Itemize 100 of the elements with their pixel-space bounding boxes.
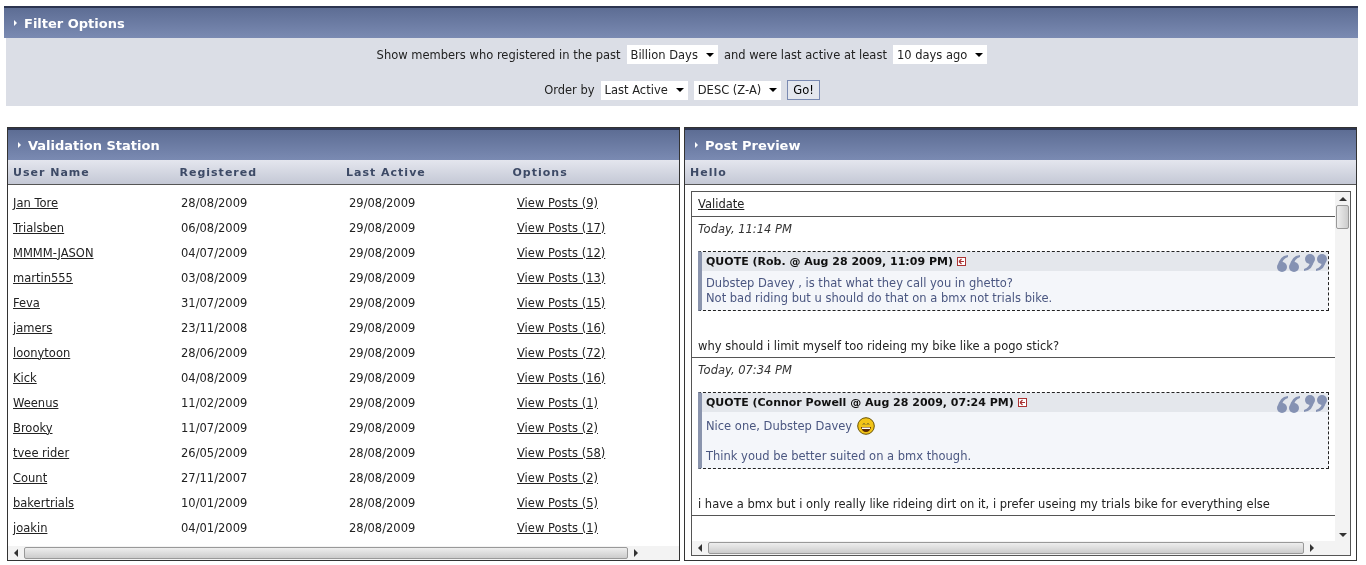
view-posts-link[interactable]: View Posts (5) <box>517 495 598 510</box>
validate-link[interactable]: Validate <box>698 197 745 211</box>
dropdown[interactable]: 10 days ago <box>892 45 988 64</box>
horizontal-scrollbar[interactable] <box>8 546 679 560</box>
post-text: i have a bmx but i only really like rideing dirt on it, i prefer useing my trials bike for everything else <box>698 497 1271 511</box>
table-cell-text: 29/08/2009 <box>349 270 417 285</box>
column-header: Registered <box>179 165 259 179</box>
triangle-icon <box>695 142 698 148</box>
user-link[interactable]: tvee rider <box>13 445 70 460</box>
quote-header: QUOTE (Rob. @ Aug 28 2009, 11:09 PM) <box>706 255 953 268</box>
scroll-thumb[interactable] <box>708 542 1304 554</box>
column-header: User Name <box>13 165 91 179</box>
table-cell-text: 28/06/2009 <box>181 345 249 360</box>
user-link[interactable]: Trialsben <box>13 220 65 235</box>
user-link[interactable]: jamers <box>13 320 53 335</box>
user-link[interactable]: joakin <box>13 520 48 535</box>
table-cell-text: 29/08/2009 <box>349 370 417 385</box>
quote-text: Not bad riding but u should do that on a bmx not trials bike. <box>706 291 1053 306</box>
dropdown[interactable]: DESC (Z-A) <box>693 80 782 100</box>
view-posts-link[interactable]: View Posts (1) <box>517 520 598 535</box>
go-button[interactable]: Go! <box>787 80 820 100</box>
caret-icon <box>675 88 684 92</box>
table-cell-text: 29/08/2009 <box>349 245 417 260</box>
view-posts-link[interactable]: View Posts (2) <box>517 420 598 435</box>
scroll-right-icon[interactable] <box>1310 544 1314 552</box>
column-header: Options <box>512 165 569 179</box>
view-posts-link[interactable]: View Posts (1) <box>517 395 598 410</box>
caret-icon <box>975 52 984 57</box>
quote-text: Dubstep Davey , is that what they call you in ghetto? <box>706 276 1013 291</box>
table-cell-text: 29/08/2009 <box>349 195 417 210</box>
view-posts-link[interactable]: View Posts (9) <box>517 195 598 210</box>
scroll-up-icon[interactable] <box>1338 197 1347 201</box>
view-posts-link[interactable]: View Posts (58) <box>517 445 606 460</box>
table-cell-text: 28/08/2009 <box>349 470 417 485</box>
table-cell-text: 11/02/2009 <box>181 395 249 410</box>
table-cell-text: 04/07/2009 <box>181 245 249 260</box>
quote-header: QUOTE (Connor Powell @ Aug 28 2009, 07:24 PM) <box>706 396 1014 409</box>
table-cell-text: 10/01/2009 <box>181 495 249 510</box>
table-cell-text: 03/08/2009 <box>181 270 249 285</box>
table-cell-text: 04/01/2009 <box>181 520 249 535</box>
user-link[interactable]: MMMM-JASON <box>13 245 94 260</box>
table-cell-text: 31/07/2009 <box>181 295 249 310</box>
scroll-thumb[interactable] <box>1336 205 1349 229</box>
quotation-marks-icon <box>1276 252 1328 274</box>
caret-icon <box>769 88 778 92</box>
scroll-right-icon[interactable] <box>634 549 638 557</box>
view-posts-link[interactable]: View Posts (15) <box>517 295 606 310</box>
panel-title: Filter Options <box>24 15 125 31</box>
dropdown[interactable]: Billion Days <box>626 45 718 64</box>
vertical-scrollbar[interactable] <box>1335 192 1350 541</box>
view-posts-link[interactable]: View Posts (16) <box>517 370 606 385</box>
table-cell-text: 28/08/2009 <box>349 495 417 510</box>
table-cell-text: 04/08/2009 <box>181 370 249 385</box>
user-link[interactable]: bakertrials <box>13 495 75 510</box>
back-arrow-icon[interactable] <box>956 257 966 266</box>
scroll-down-icon[interactable] <box>1338 533 1347 537</box>
post-text: why should i limit myself too rideing my bike like a pogo stick? <box>698 339 1060 353</box>
dropdown[interactable]: Last Active <box>600 80 688 100</box>
view-posts-link[interactable]: View Posts (13) <box>517 270 606 285</box>
quotation-marks-icon <box>1276 393 1328 415</box>
table-cell-text: 29/08/2009 <box>349 345 417 360</box>
smiley-icon <box>857 417 876 435</box>
view-posts-link[interactable]: View Posts (2) <box>517 470 598 485</box>
post-date: Today, 11:14 PM <box>698 222 793 236</box>
table-cell-text: 26/05/2009 <box>181 445 249 460</box>
user-link[interactable]: Kick <box>13 370 37 385</box>
table-header: Hello <box>685 160 1356 185</box>
table-cell-text: 29/08/2009 <box>349 295 417 310</box>
quote-text: Nice one, Dubstep Davey <box>706 418 853 434</box>
view-posts-link[interactable]: View Posts (12) <box>517 245 606 260</box>
panel-title: Post Preview <box>705 137 801 153</box>
quote-text: Think youd be better suited on a bmx though. <box>706 449 972 464</box>
user-link[interactable]: Count <box>13 470 48 485</box>
user-link[interactable]: martin555 <box>13 270 73 285</box>
back-arrow-icon[interactable] <box>1017 398 1027 407</box>
post-date: Today, 07:34 PM <box>698 363 793 377</box>
filter-label: Show members who registered in the past <box>376 47 621 62</box>
scroll-left-icon[interactable] <box>14 549 18 557</box>
table-cell-text: 29/08/2009 <box>349 220 417 235</box>
filter-label: and were last active at least <box>723 47 887 62</box>
panel-title: Validation Station <box>28 137 160 153</box>
scroll-left-icon[interactable] <box>698 544 702 552</box>
view-posts-link[interactable]: View Posts (72) <box>517 345 606 360</box>
scroll-thumb[interactable] <box>24 547 628 559</box>
column-header: Last Active <box>346 165 427 179</box>
triangle-icon <box>18 142 21 148</box>
table-cell-text: 27/11/2007 <box>181 470 249 485</box>
user-link[interactable]: Weenus <box>13 395 59 410</box>
user-link[interactable]: loonytoon <box>13 345 71 360</box>
horizontal-scrollbar[interactable] <box>692 541 1350 555</box>
table-cell-text: 28/08/2009 <box>181 195 249 210</box>
user-link[interactable]: Jan Tore <box>13 195 59 210</box>
user-link[interactable]: Feva <box>13 295 40 310</box>
view-posts-link[interactable]: View Posts (17) <box>517 220 606 235</box>
user-link[interactable]: Brooky <box>13 420 53 435</box>
caret-icon <box>705 52 714 57</box>
table-cell-text: 29/08/2009 <box>349 320 417 335</box>
table-cell-text: 06/08/2009 <box>181 220 249 235</box>
view-posts-link[interactable]: View Posts (16) <box>517 320 606 335</box>
filter-label: Order by <box>544 83 595 97</box>
